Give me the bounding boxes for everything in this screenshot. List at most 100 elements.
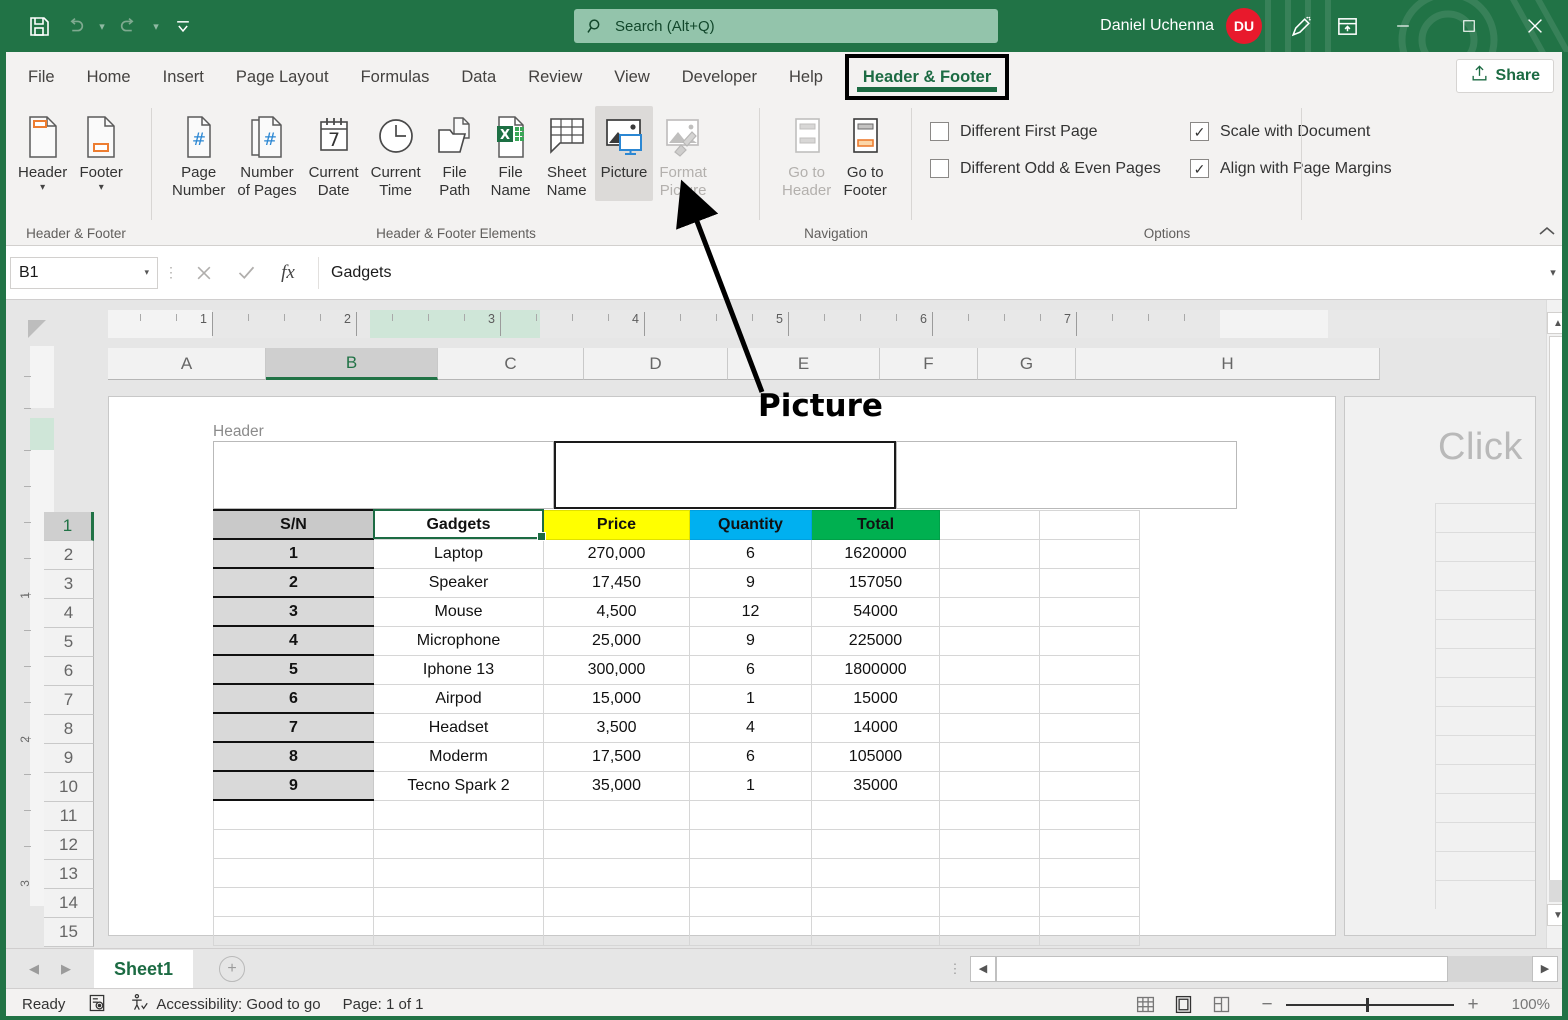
zoom-level-label[interactable]: 100% xyxy=(1498,996,1550,1013)
cell-gadget[interactable]: Airpod xyxy=(374,684,544,713)
redo-icon[interactable] xyxy=(112,9,146,43)
record-macro-button[interactable] xyxy=(87,993,107,1017)
cell-total[interactable]: 1800000 xyxy=(812,655,940,684)
column-header-f[interactable]: F xyxy=(880,348,978,380)
cell-price[interactable]: 300,000 xyxy=(544,655,690,684)
header-box-left[interactable] xyxy=(213,441,554,509)
sheet-tab-sheet1[interactable]: Sheet1 xyxy=(94,950,193,988)
different-first-page-checkbox[interactable]: Different First Page xyxy=(930,122,1161,141)
cell-total[interactable]: 15000 xyxy=(812,684,940,713)
ribbon-display-options-icon[interactable] xyxy=(1324,0,1370,52)
cell-gadget[interactable]: Mouse xyxy=(374,597,544,626)
cell-sn[interactable]: 1 xyxy=(214,539,374,568)
row-header-10[interactable]: 10 xyxy=(44,773,94,802)
column-header-b[interactable]: B xyxy=(266,348,438,380)
cell-quantity[interactable]: 6 xyxy=(690,742,812,771)
cell-gadget[interactable]: Moderm xyxy=(374,742,544,771)
undo-icon[interactable] xyxy=(58,9,92,43)
cell-total[interactable]: 54000 xyxy=(812,597,940,626)
tab-data[interactable]: Data xyxy=(445,54,512,100)
row-header-2[interactable]: 2 xyxy=(44,541,94,570)
horizontal-scrollbar-grip[interactable]: ⋮ xyxy=(940,966,970,972)
table-header-price[interactable]: Price xyxy=(544,510,690,539)
accessibility-status[interactable]: Accessibility: Good to go xyxy=(129,993,320,1016)
row-header-13[interactable]: 13 xyxy=(44,860,94,889)
row-header-11[interactable]: 11 xyxy=(44,802,94,831)
save-icon[interactable] xyxy=(22,9,56,43)
cell-price[interactable]: 270,000 xyxy=(544,539,690,568)
zoom-in-button[interactable]: + xyxy=(1464,994,1482,1016)
current-time-button[interactable]: Current Time xyxy=(365,106,427,201)
tab-help[interactable]: Help xyxy=(773,54,839,100)
tab-review[interactable]: Review xyxy=(512,54,598,100)
table-header-total[interactable]: Total xyxy=(812,510,940,539)
cell-sn[interactable]: 9 xyxy=(214,771,374,800)
account-name[interactable]: Daniel Uchenna xyxy=(1100,17,1214,35)
chevron-down-icon[interactable]: ▾ xyxy=(144,267,149,278)
header-box-center[interactable] xyxy=(554,441,897,509)
customize-qat-icon[interactable] xyxy=(166,9,200,43)
sheet-name-button[interactable]: Sheet Name xyxy=(539,106,595,201)
picture-button[interactable]: Picture xyxy=(595,106,654,201)
row-header-6[interactable]: 6 xyxy=(44,657,94,686)
file-name-button[interactable]: X File Name xyxy=(483,106,539,201)
avatar[interactable]: DU xyxy=(1226,8,1262,44)
name-box[interactable]: B1 ▾ xyxy=(10,257,158,289)
column-header-c[interactable]: C xyxy=(438,348,584,380)
cell-sn[interactable]: 5 xyxy=(214,655,374,684)
scroll-left-button[interactable]: ◀ xyxy=(970,956,996,982)
cancel-x-icon[interactable] xyxy=(184,257,224,289)
cell-quantity[interactable]: 9 xyxy=(690,568,812,597)
different-odd-even-pages-checkbox[interactable]: Different Odd & Even Pages xyxy=(930,159,1161,178)
select-all-corner[interactable] xyxy=(28,320,46,338)
cell-price[interactable]: 4,500 xyxy=(544,597,690,626)
column-header-e[interactable]: E xyxy=(728,348,880,380)
cell-quantity[interactable]: 12 xyxy=(690,597,812,626)
cell-price[interactable]: 17,450 xyxy=(544,568,690,597)
prev-sheet-icon[interactable]: ◀ xyxy=(20,955,48,983)
chevron-down-icon[interactable]: ▾ xyxy=(99,183,104,192)
column-header-d[interactable]: D xyxy=(584,348,728,380)
formula-bar-grip[interactable]: ⋮ xyxy=(158,269,184,276)
table-header-gadgets[interactable]: Gadgets xyxy=(374,510,544,539)
close-button[interactable] xyxy=(1502,0,1568,52)
row-header-4[interactable]: 4 xyxy=(44,599,94,628)
row-header-5[interactable]: 5 xyxy=(44,628,94,657)
zoom-out-button[interactable]: − xyxy=(1258,994,1276,1016)
maximize-button[interactable] xyxy=(1436,0,1502,52)
column-header-g[interactable]: G xyxy=(978,348,1076,380)
header-box-right[interactable] xyxy=(896,441,1237,509)
next-sheet-icon[interactable]: ▶ xyxy=(52,955,80,983)
tab-header-and-footer[interactable]: Header & Footer xyxy=(845,54,1009,100)
cell-sn[interactable]: 3 xyxy=(214,597,374,626)
horizontal-scroll-track[interactable] xyxy=(996,956,1532,982)
row-header-14[interactable]: 14 xyxy=(44,889,94,918)
insert-function-fx-icon[interactable]: fx xyxy=(268,257,308,289)
cell-total[interactable]: 14000 xyxy=(812,713,940,742)
cell-gadget[interactable]: Headset xyxy=(374,713,544,742)
cell-gadget[interactable]: Microphone xyxy=(374,626,544,655)
footer-button[interactable]: Footer ▾ xyxy=(73,106,129,194)
normal-view-icon[interactable] xyxy=(1128,992,1162,1018)
cell-total[interactable]: 157050 xyxy=(812,568,940,597)
column-header-a[interactable]: A xyxy=(108,348,266,380)
cell-price[interactable]: 17,500 xyxy=(544,742,690,771)
share-button[interactable]: Share xyxy=(1456,59,1554,93)
cell-price[interactable]: 35,000 xyxy=(544,771,690,800)
confirm-check-icon[interactable] xyxy=(226,257,266,289)
align-with-page-margins-checkbox[interactable]: ✓ Align with Page Margins xyxy=(1190,159,1392,178)
cell-total[interactable]: 225000 xyxy=(812,626,940,655)
horizontal-scroll-thumb[interactable] xyxy=(996,956,1448,982)
tab-insert[interactable]: Insert xyxy=(147,54,220,100)
cell-quantity[interactable]: 9 xyxy=(690,626,812,655)
cell-total[interactable]: 35000 xyxy=(812,771,940,800)
cell-gadget[interactable]: Laptop xyxy=(374,539,544,568)
chevron-up-icon[interactable] xyxy=(1538,224,1556,241)
cell-quantity[interactable]: 1 xyxy=(690,771,812,800)
draw-pen-icon[interactable] xyxy=(1278,0,1324,52)
cell-quantity[interactable]: 6 xyxy=(690,655,812,684)
cell-gadget[interactable]: Tecno Spark 2 xyxy=(374,771,544,800)
file-path-button[interactable]: File Path xyxy=(427,106,483,201)
row-header-1[interactable]: 1 xyxy=(44,512,94,541)
scale-with-document-checkbox[interactable]: ✓ Scale with Document xyxy=(1190,122,1392,141)
